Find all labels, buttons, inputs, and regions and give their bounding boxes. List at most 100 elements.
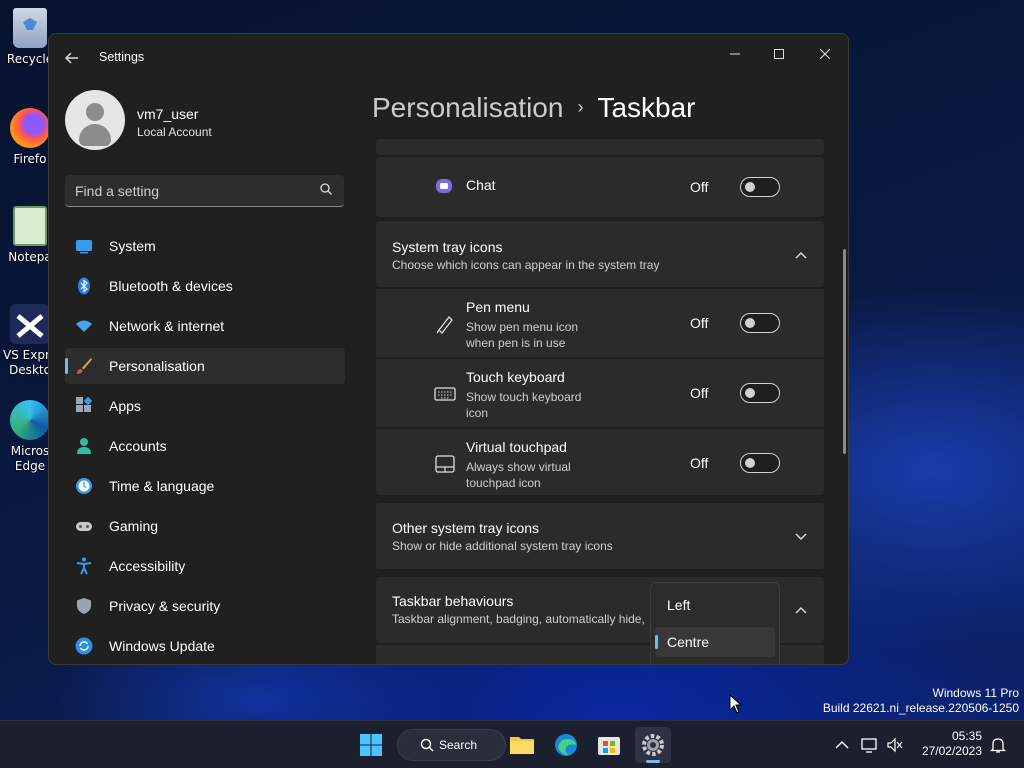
start-button[interactable] [353, 727, 389, 763]
page-title: Taskbar [597, 92, 696, 123]
taskbar: Search 05:35 27/02/2023 [0, 720, 1024, 768]
settings-window: Settings vm7_user Local Account System B… [48, 33, 849, 665]
back-button[interactable] [59, 46, 85, 70]
sidebar-item-time-language[interactable]: Time & language [65, 468, 345, 504]
maximize-icon [774, 49, 784, 59]
search-input[interactable] [75, 181, 305, 201]
watermark-build: Build 22621.ni_release.220506-1250 [822, 701, 1019, 715]
chat-toggle[interactable] [740, 177, 780, 197]
sidebar-item-label: Accounts [109, 438, 167, 454]
windows-watermark: Windows 11 Pro Build 22621.ni_release.22… [823, 686, 1019, 716]
time-language-icon [76, 478, 92, 494]
taskbar-search-label: Search [439, 738, 478, 752]
chat-label: Chat [466, 177, 496, 193]
privacy-shield-icon [77, 598, 91, 614]
pen-menu-toggle[interactable] [740, 313, 780, 333]
pen-menu-subtitle-line2: when pen is in use [466, 336, 566, 350]
dropdown-option-left[interactable]: Left [655, 590, 775, 620]
pen-icon [436, 316, 453, 334]
sidebar-item-label: Accessibility [109, 558, 186, 574]
other-tray-subtitle: Show or hide additional system tray icon… [392, 539, 613, 553]
user-profile[interactable]: vm7_user Local Account [65, 90, 365, 152]
sidebar-item-windows-update[interactable]: Windows Update [65, 628, 345, 664]
sidebar-item-label: Windows Update [109, 638, 215, 654]
chevron-down-icon[interactable] [794, 529, 808, 543]
avatar [65, 90, 125, 150]
notification-bell-icon[interactable] [989, 736, 1007, 754]
sidebar-item-gaming[interactable]: Gaming [65, 508, 345, 544]
sidebar-item-apps[interactable]: Apps [65, 388, 345, 424]
virtual-touchpad-toggle[interactable] [740, 453, 780, 473]
sidebar-item-label: System [109, 238, 156, 254]
pen-menu-toggle-state: Off [690, 315, 709, 331]
chevron-up-icon[interactable] [794, 248, 808, 262]
virtual-touchpad-toggle-group: Off [690, 453, 780, 473]
sidebar-item-label: Apps [109, 398, 141, 414]
minimize-button[interactable] [713, 40, 757, 70]
touch-keyboard-toggle[interactable] [740, 383, 780, 403]
chat-setting-row: Chat Off [376, 157, 824, 217]
user-name: vm7_user [137, 106, 199, 122]
gear-icon [642, 734, 664, 756]
accessibility-icon [76, 557, 92, 575]
breadcrumb-parent[interactable]: Personalisation [372, 92, 563, 123]
system-tray-subtitle: Choose which icons can appear in the sys… [392, 258, 660, 272]
gaming-icon [76, 522, 92, 531]
volume-muted-icon[interactable] [886, 736, 904, 754]
display-icon[interactable] [861, 736, 879, 754]
touch-keyboard-subtitle-line1: Show touch keyboard [466, 390, 582, 404]
file-explorer-icon [510, 737, 534, 754]
dropdown-option-centre[interactable]: Centre [655, 627, 775, 657]
find-setting-search[interactable] [65, 175, 344, 207]
edge-icon [10, 400, 50, 440]
search-icon[interactable] [320, 183, 332, 195]
apps-icon [76, 397, 93, 412]
sidebar-nav: System Bluetooth & devices Network & int… [65, 228, 345, 664]
title-bar: Settings [49, 34, 848, 82]
chevron-up-icon[interactable] [794, 603, 808, 617]
chevron-up-icon[interactable] [833, 736, 851, 754]
sidebar-item-network[interactable]: Network & internet [65, 308, 345, 344]
watermark-edition: Windows 11 Pro [932, 686, 1019, 700]
app-title: Settings [99, 50, 145, 64]
chat-toggle-state: Off [690, 179, 709, 195]
settings-taskbar-button[interactable] [635, 727, 671, 763]
sidebar-item-privacy[interactable]: Privacy & security [65, 588, 345, 624]
bluetooth-icon [78, 277, 90, 295]
behaviours-title: Taskbar behaviours [392, 593, 514, 609]
sidebar-item-system[interactable]: System [65, 228, 345, 264]
touch-keyboard-title: Touch keyboard [466, 369, 565, 385]
content-scrollbar[interactable] [843, 249, 846, 454]
microsoft-store-icon [598, 737, 620, 755]
sidebar-item-label: Time & language [109, 478, 215, 494]
other-system-tray-icons-header[interactable]: Other system tray icons Show or hide add… [376, 503, 824, 569]
maximize-button[interactable] [757, 40, 801, 70]
sidebar-item-accounts[interactable]: Accounts [65, 428, 345, 464]
sidebar-item-personalisation[interactable]: Personalisation [65, 348, 345, 384]
store-button[interactable] [591, 727, 627, 763]
file-explorer-button[interactable] [504, 727, 540, 763]
sidebar-item-label: Gaming [109, 518, 159, 534]
sidebar-item-label: Personalisation [109, 358, 205, 374]
edge-icon [555, 734, 577, 756]
pen-menu-title: Pen menu [466, 299, 530, 315]
sidebar-item-label: Privacy & security [109, 598, 221, 614]
option-label: Left [667, 597, 691, 613]
edge-taskbar-button[interactable] [548, 727, 584, 763]
system-tray-icons-header[interactable]: System tray icons Choose which icons can… [376, 221, 824, 287]
virtual-touchpad-row: Virtual touchpad Always show virtual tou… [376, 429, 824, 495]
virtual-touchpad-title: Virtual touchpad [466, 439, 567, 455]
other-tray-title: Other system tray icons [392, 520, 540, 536]
clock-time: 05:35 [951, 729, 982, 743]
taskbar-search[interactable]: Search [397, 729, 506, 761]
virtual-touchpad-subtitle-line1: Always show virtual [466, 460, 571, 474]
option-label: Centre [667, 634, 710, 650]
behaviours-subtitle: Taskbar alignment, badging, automaticall… [392, 612, 645, 626]
close-button[interactable] [803, 40, 847, 70]
windows-update-icon [75, 637, 93, 655]
sidebar-item-accessibility[interactable]: Accessibility [65, 548, 345, 584]
pen-menu-subtitle-line1: Show pen menu icon [466, 320, 579, 334]
accounts-icon [77, 438, 91, 454]
sidebar-item-bluetooth[interactable]: Bluetooth & devices [65, 268, 345, 304]
taskbar-clock[interactable]: 05:35 27/02/2023 [918, 729, 982, 759]
